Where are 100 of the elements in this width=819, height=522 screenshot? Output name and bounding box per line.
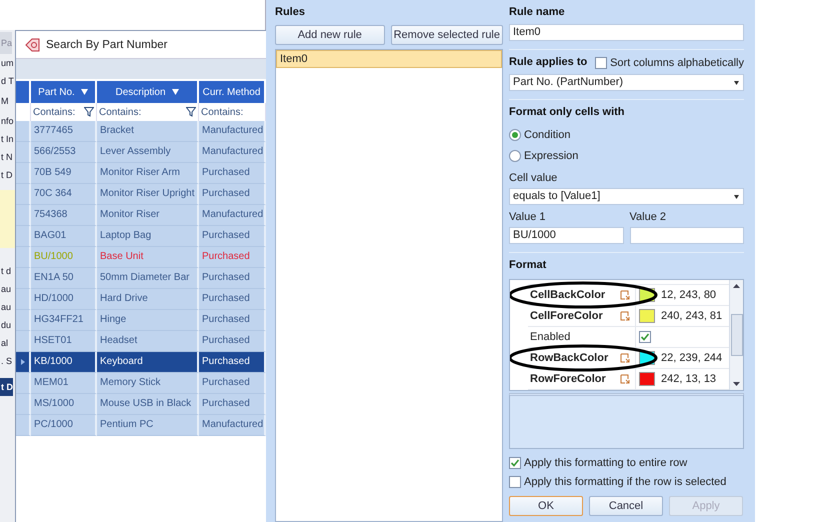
table-cell: Monitor Riser Upright	[97, 184, 199, 205]
radio-button[interactable]	[509, 128, 521, 140]
table-cell: 754368	[31, 205, 97, 226]
column-dropdown[interactable]: Part No. (PartNumber)	[509, 74, 744, 91]
scroll-down-icon[interactable]	[733, 382, 740, 386]
property-value: 22, 239, 244	[661, 352, 722, 364]
filter-icon[interactable]	[186, 107, 196, 117]
table-cell: Purchased	[199, 373, 266, 394]
property-name: RowBackColor	[529, 352, 610, 364]
edit-icon[interactable]	[620, 311, 630, 321]
table-cell: 70C 364	[31, 184, 97, 205]
rule-button[interactable]: Add new rule	[275, 25, 385, 45]
table-cell: Manufactured	[199, 121, 266, 142]
checkbox[interactable]	[595, 57, 608, 69]
table-cell: Pentium PC	[97, 415, 199, 436]
value-field[interactable]	[630, 227, 744, 244]
column-header[interactable]: Part No.	[31, 81, 97, 103]
edit-icon[interactable]	[620, 374, 630, 384]
table-cell: HG34FF21	[31, 310, 97, 331]
edit-icon[interactable]	[620, 290, 630, 300]
title-bar[interactable]: t D	[0, 378, 13, 396]
checkbox[interactable]	[639, 331, 651, 343]
scroll-thumb[interactable]	[730, 314, 742, 356]
row-indicator[interactable]	[16, 352, 31, 373]
label: t D	[0, 169, 13, 182]
property-value: 12, 243, 80	[661, 289, 716, 301]
checkbox[interactable]	[509, 457, 521, 469]
label: au	[0, 283, 12, 296]
label: nfo	[0, 115, 14, 128]
checkbox-label: Apply this formatting to entire row	[524, 457, 688, 469]
property-name: CellBackColor	[529, 289, 606, 301]
filter-icon[interactable]	[84, 107, 94, 117]
table-cell: Purchased	[199, 394, 266, 415]
table-cell: Memory Stick	[97, 373, 199, 394]
scrollbar[interactable]	[729, 280, 743, 390]
section-title: Format	[509, 259, 548, 273]
table-cell: Manufactured	[199, 142, 266, 163]
label: al	[0, 337, 8, 350]
edit-icon[interactable]	[620, 353, 630, 363]
table-cell: Bracket	[97, 121, 199, 142]
value-field[interactable]: BU/1000	[509, 227, 624, 244]
table-cell: Manufactured	[199, 415, 266, 436]
property-value: 242, 13, 13	[661, 373, 716, 385]
label: du	[0, 319, 12, 332]
dropdown-icon[interactable]	[734, 80, 739, 84]
field-label: Value 2	[630, 211, 667, 223]
dialog-button[interactable]: OK	[509, 496, 583, 516]
dialog-button[interactable]: Cancel	[589, 496, 663, 516]
scroll-up-icon[interactable]	[733, 284, 740, 288]
table-cell: Purchased	[199, 289, 266, 310]
table-cell: Hinge	[97, 310, 199, 331]
dropdown-icon[interactable]	[172, 89, 179, 95]
dropdown-icon[interactable]	[80, 89, 88, 95]
radio-label: Expression	[524, 150, 578, 162]
table-cell: Monitor Riser Arm	[97, 163, 199, 184]
table-cell: Purchased	[199, 247, 266, 268]
table-cell: 70B 549	[31, 163, 97, 184]
section-title: Rule name	[509, 6, 566, 20]
color-swatch[interactable]	[639, 372, 655, 386]
table-cell: MEM01	[31, 373, 97, 394]
rule-button[interactable]: Remove selected rule	[390, 25, 503, 45]
radio-button[interactable]	[509, 150, 521, 162]
label: d T	[0, 75, 14, 88]
property-name: RowForeColor	[529, 373, 607, 385]
list-item[interactable]: Item0	[276, 50, 502, 68]
filter-label: Contains:	[201, 106, 244, 118]
table-cell: Purchased	[199, 184, 266, 205]
section-title: Rule applies to	[509, 56, 588, 70]
table-cell: HD/1000	[31, 289, 97, 310]
label: . S	[0, 355, 12, 368]
row-pointer-icon	[20, 359, 26, 365]
table-cell: Lever Assembly	[97, 142, 199, 163]
property-name: CellForeColor	[529, 310, 604, 322]
label: um	[0, 57, 14, 70]
condition-dropdown[interactable]: equals to [Value1]	[509, 188, 744, 205]
table-cell: EN1A 50	[31, 268, 97, 289]
table-cell: Hard Drive	[97, 289, 199, 310]
rule-name-field[interactable]: Item0	[509, 24, 744, 41]
table-cell: 566/2553	[31, 142, 97, 163]
filter-label: Contains:	[33, 106, 76, 118]
table-cell: 3777465	[31, 121, 97, 142]
section-title: Rules	[275, 6, 306, 20]
section-title: Format only cells with	[509, 106, 626, 120]
table-cell: PC/1000	[31, 415, 97, 436]
color-swatch[interactable]	[639, 309, 655, 323]
dropdown-icon[interactable]	[734, 194, 739, 198]
toolbar-button[interactable]: M	[0, 90, 8, 112]
table-cell: KB/1000	[31, 352, 97, 373]
table-cell: MS/1000	[31, 394, 97, 415]
table-cell: Monitor Riser	[97, 205, 199, 226]
radio-label: Condition	[524, 128, 570, 140]
dialog-title: Search By Part Number	[46, 38, 168, 50]
table-cell: Mouse USB in Black	[97, 394, 199, 415]
column-header[interactable]: Curr. Method	[199, 81, 266, 103]
table-cell: Headset	[97, 331, 199, 352]
table-cell: Purchased	[199, 310, 266, 331]
checkbox[interactable]	[509, 476, 521, 488]
property-name: Enabled	[529, 331, 572, 343]
table-cell: HSET01	[31, 331, 97, 352]
column-header[interactable]: Description	[97, 81, 199, 103]
